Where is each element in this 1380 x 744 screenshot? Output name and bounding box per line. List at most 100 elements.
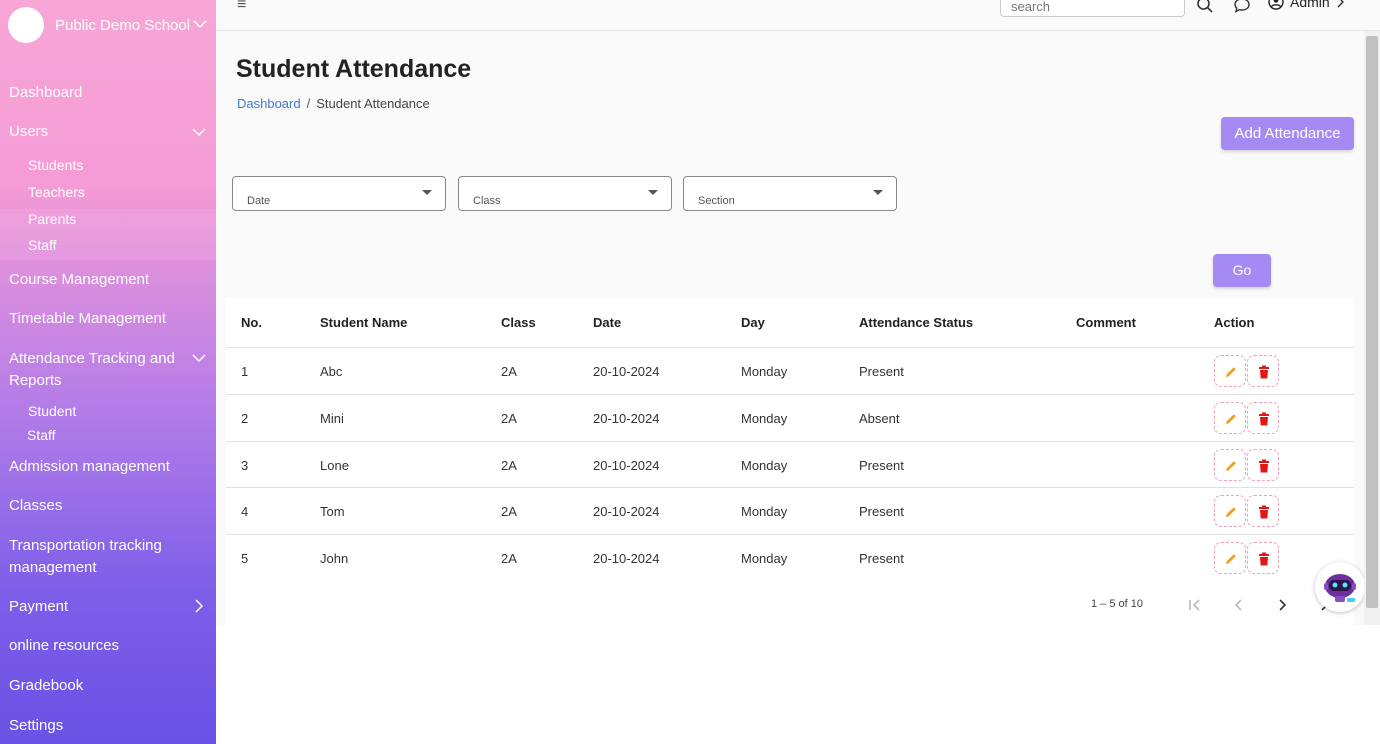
trash-icon	[1259, 552, 1269, 566]
add-attendance-button[interactable]: Add Attendance	[1221, 117, 1354, 150]
sidebar-item-attendance-line2[interactable]: Reports	[9, 372, 62, 389]
page-bottom	[216, 625, 1380, 744]
section-select[interactable]: Section	[683, 176, 897, 211]
delete-button[interactable]	[1247, 449, 1279, 481]
class-select[interactable]: Class	[458, 176, 672, 211]
cell-day: Monday	[741, 551, 788, 566]
user-name: Admin	[1290, 0, 1330, 10]
date-select-label: Date	[247, 195, 271, 207]
delete-button[interactable]	[1247, 495, 1279, 527]
sidebar-item-dashboard[interactable]: Dashboard	[9, 84, 82, 101]
cell-student-name: John	[320, 551, 349, 566]
caret-down-icon	[422, 190, 432, 195]
row-divider	[226, 441, 1354, 442]
row-divider	[226, 394, 1354, 395]
cell-attendance-status: Present	[859, 458, 904, 473]
breadcrumb: Dashboard / Student Attendance	[237, 96, 430, 111]
cell-date: 20-10-2024	[593, 411, 660, 426]
edit-button[interactable]	[1214, 355, 1246, 387]
edit-button[interactable]	[1214, 449, 1246, 481]
column-header-no: No.	[241, 315, 262, 330]
trash-icon	[1259, 412, 1269, 426]
caret-down-icon	[648, 190, 658, 195]
pencil-icon	[1226, 554, 1236, 564]
delete-button[interactable]	[1247, 542, 1279, 574]
edit-button[interactable]	[1214, 495, 1246, 527]
cell-attendance-status: Present	[859, 551, 904, 566]
sidebar-item-transportation-line2[interactable]: management	[9, 559, 97, 576]
search-input[interactable]: search	[1000, 0, 1185, 17]
sidebar-item-transportation[interactable]: Transportation tracking	[9, 537, 162, 554]
cell-day: Monday	[741, 364, 788, 379]
cell-student-name: Tom	[320, 504, 345, 519]
section-select-label: Section	[698, 195, 735, 207]
sidebar-item-gradebook[interactable]: Gradebook	[9, 677, 83, 694]
pencil-icon	[1226, 367, 1236, 377]
chevron-right-icon[interactable]	[192, 599, 206, 613]
pencil-icon	[1226, 461, 1236, 471]
cell-class: 2A	[501, 504, 517, 519]
cell-class: 2A	[501, 411, 517, 426]
sidebar-item-course-management[interactable]: Course Management	[9, 271, 149, 288]
chevron-right-icon	[1337, 0, 1344, 8]
column-header-student-name: Student Name	[320, 315, 408, 330]
trash-icon	[1259, 459, 1269, 473]
school-name: Public Demo School	[55, 17, 191, 34]
previous-page-icon[interactable]	[1233, 598, 1245, 612]
chat-icon[interactable]	[1233, 0, 1251, 14]
sidebar-item-attendance[interactable]: Attendance Tracking and	[9, 350, 175, 367]
cell-attendance-status: Absent	[859, 411, 900, 426]
sidebar-item-attendance-student[interactable]: Student	[28, 403, 76, 419]
scrollbar-thumb[interactable]	[1366, 36, 1378, 608]
cell-class: 2A	[501, 458, 517, 473]
user-menu[interactable]: Admin	[1268, 0, 1344, 10]
sidebar-item-online-resources[interactable]: online resources	[9, 637, 119, 654]
search-icon[interactable]	[1196, 0, 1214, 14]
sidebar-item-classes[interactable]: Classes	[9, 497, 62, 514]
go-button[interactable]: Go	[1213, 254, 1271, 287]
sidebar-item-staff[interactable]: Staff	[28, 237, 57, 253]
sidebar-item-timetable-management[interactable]: Timetable Management	[9, 310, 166, 327]
cell-attendance-status: Present	[859, 504, 904, 519]
chatbot-button[interactable]	[1315, 562, 1365, 612]
cell-class: 2A	[501, 551, 517, 566]
cell-student-name: Abc	[320, 364, 343, 379]
chevron-down-icon	[193, 20, 207, 29]
sidebar-item-users[interactable]: Users	[9, 123, 48, 140]
cell-class: 2A	[501, 364, 517, 379]
edit-button[interactable]	[1214, 542, 1246, 574]
edit-button[interactable]	[1214, 402, 1246, 434]
cell-student-name: Mini	[320, 411, 344, 426]
first-page-icon[interactable]	[1188, 598, 1202, 612]
sidebar-item-teachers[interactable]: Teachers	[28, 184, 85, 200]
delete-button[interactable]	[1247, 355, 1279, 387]
cell-date: 20-10-2024	[593, 504, 660, 519]
chevron-down-icon[interactable]	[192, 351, 206, 365]
chevron-down-icon[interactable]	[192, 125, 206, 139]
cell-no: 2	[241, 411, 249, 426]
cell-no: 1	[241, 364, 249, 379]
pencil-icon	[1226, 507, 1236, 517]
delete-button[interactable]	[1247, 402, 1279, 434]
sidebar-item-parents[interactable]: Parents	[28, 211, 76, 227]
sidebar-item-settings[interactable]: Settings	[9, 717, 63, 734]
pencil-icon	[1226, 414, 1236, 424]
column-header-class: Class	[501, 315, 536, 330]
breadcrumb-dashboard-link[interactable]: Dashboard	[237, 96, 301, 111]
cell-no: 5	[241, 551, 249, 566]
cell-student-name: Lone	[320, 458, 349, 473]
sidebar: Public Demo School Dashboard Users Stude…	[0, 0, 216, 744]
class-select-label: Class	[473, 195, 501, 207]
sidebar-item-students[interactable]: Students	[28, 157, 83, 173]
menu-icon[interactable]: ≡	[237, 0, 246, 14]
sidebar-item-payment[interactable]: Payment	[9, 598, 68, 615]
date-select[interactable]: Date	[232, 176, 446, 211]
cell-day: Monday	[741, 504, 788, 519]
next-page-icon[interactable]	[1276, 598, 1288, 612]
sidebar-item-admission-management[interactable]: Admission management	[9, 458, 170, 475]
trash-icon	[1259, 365, 1269, 379]
school-logo	[8, 7, 44, 43]
sidebar-item-attendance-staff[interactable]: Staff	[27, 427, 56, 443]
page-title: Student Attendance	[236, 55, 472, 83]
school-switcher[interactable]: Public Demo School	[0, 6, 216, 46]
